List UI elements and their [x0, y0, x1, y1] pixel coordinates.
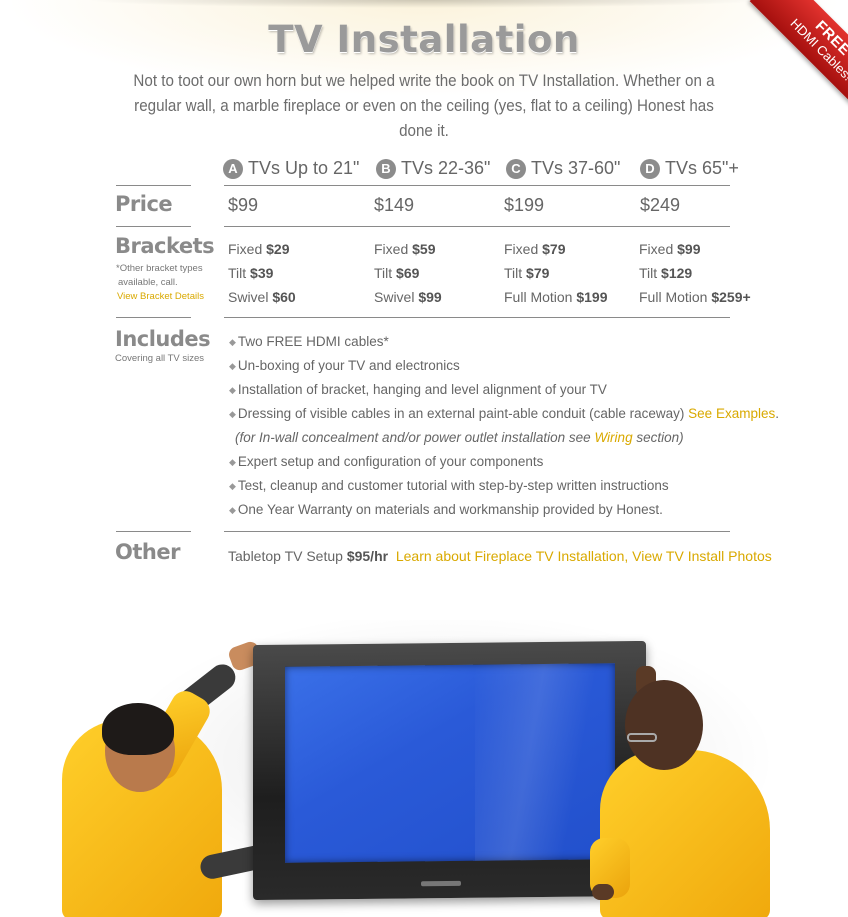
bracket-cell: Fixed $29	[228, 241, 290, 257]
bracket-cell: Tilt $69	[374, 265, 420, 281]
bracket-cell: Swivel $99	[374, 289, 442, 305]
column-header-b: B TVs 22-36"	[376, 158, 490, 179]
brackets-note: available, call.	[118, 277, 178, 288]
column-label-d: TVs 65"+	[665, 158, 739, 178]
tv-install-photo	[0, 600, 848, 917]
divider	[116, 226, 191, 227]
list-item: ◆ Test, cleanup and customer tutorial wit…	[229, 478, 669, 493]
tv-screen	[285, 663, 615, 863]
badge-a: A	[223, 158, 243, 179]
bracket-cell: Fixed $99	[639, 241, 701, 257]
column-label-a: TVs Up to 21"	[248, 158, 360, 178]
list-item: ◆ Installation of bracket, hanging and le…	[229, 382, 607, 397]
includes-note: Covering all TV sizes	[115, 353, 205, 364]
see-examples-link[interactable]: See Examples	[688, 406, 775, 421]
badge-d: D	[640, 158, 660, 179]
diamond-bullet-icon: ◆	[229, 409, 236, 419]
bracket-cell: Tilt $79	[504, 265, 550, 281]
diamond-bullet-icon: ◆	[229, 505, 236, 515]
list-item: ◆ Two FREE HDMI cables*	[229, 334, 389, 349]
badge-c: C	[506, 158, 526, 179]
price-b: $149	[374, 195, 415, 215]
list-item: ◆ One Year Warranty on materials and work…	[229, 502, 663, 517]
price-d: $249	[640, 195, 681, 215]
column-header-c: C TVs 37-60"	[506, 158, 620, 179]
in-wall-note: (for In-wall concealment and/or power ou…	[235, 430, 684, 445]
glasses-icon	[627, 733, 657, 742]
column-header-a: A TVs Up to 21"	[223, 158, 359, 179]
bracket-cell: Full Motion $199	[504, 289, 608, 305]
divider	[224, 317, 730, 318]
bracket-cell: Tilt $129	[639, 265, 693, 281]
bracket-cell: Full Motion $259+	[639, 289, 751, 305]
divider	[224, 531, 730, 532]
bracket-cell: Fixed $59	[374, 241, 436, 257]
other-title: Other	[115, 540, 180, 564]
install-links[interactable]: Learn about Fireplace TV Installation, V…	[396, 548, 772, 564]
brackets-title: Brackets	[115, 234, 215, 258]
price-c: $199	[504, 195, 545, 215]
bracket-cell: Fixed $79	[504, 241, 566, 257]
list-item: ◆ Dressing of visible cables in an extern…	[229, 406, 779, 421]
page-title: TV Installation	[268, 18, 580, 61]
wiring-link[interactable]: Wiring	[594, 430, 632, 445]
column-label-b: TVs 22-36"	[401, 158, 491, 178]
diamond-bullet-icon: ◆	[229, 457, 236, 467]
divider	[116, 185, 191, 186]
diamond-bullet-icon: ◆	[229, 361, 236, 371]
divider	[116, 531, 191, 532]
badge-b: B	[376, 158, 396, 179]
intro-text: Not to toot our own horn but we helped w…	[133, 72, 715, 140]
divider	[224, 226, 730, 227]
bracket-cell: Tilt $39	[228, 265, 274, 281]
diamond-bullet-icon: ◆	[229, 481, 236, 491]
price-a: $99	[228, 195, 259, 215]
header-shadow	[80, 0, 770, 8]
divider	[116, 317, 191, 318]
list-item: ◆ Expert setup and configuration of your …	[229, 454, 544, 469]
diamond-bullet-icon: ◆	[229, 385, 236, 395]
diamond-bullet-icon: ◆	[229, 337, 236, 347]
view-bracket-details-link[interactable]: View Bracket Details	[117, 291, 204, 302]
bracket-cell: Swivel $60	[228, 289, 296, 305]
divider	[224, 185, 730, 186]
price-title: Price	[115, 192, 173, 216]
list-item: ◆ Un-boxing of your TV and electronics	[229, 358, 460, 373]
includes-title: Includes	[115, 327, 211, 351]
tv-set	[253, 640, 646, 901]
brackets-note: *Other bracket types	[116, 263, 203, 274]
column-header-d: D TVs 65"+	[640, 158, 739, 179]
other-line: Tabletop TV Setup $95/hr Learn about Fir…	[228, 548, 772, 564]
column-label-c: TVs 37-60"	[531, 158, 621, 178]
